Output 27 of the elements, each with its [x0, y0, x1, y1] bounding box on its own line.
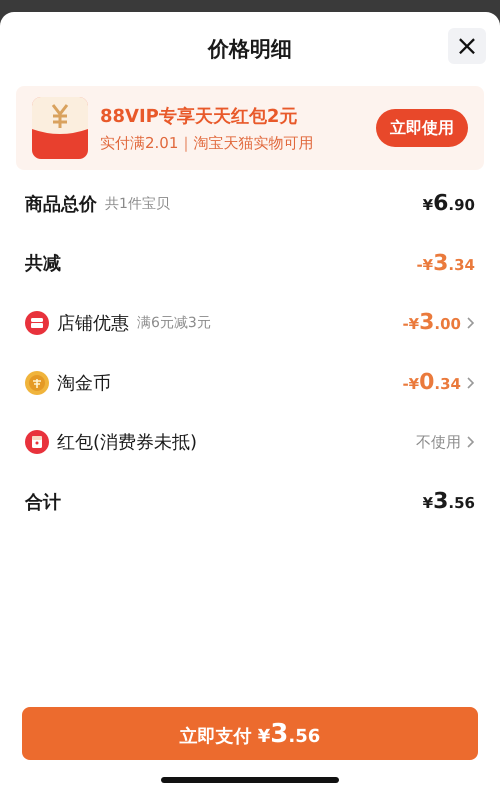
row-note: 共1件宝贝 [105, 194, 170, 213]
use-now-button[interactable]: 立即使用 [376, 109, 468, 147]
row-amount: -¥3.34 [416, 250, 475, 276]
row-label: 店铺优惠 [57, 312, 129, 335]
pay-button[interactable]: 立即支付 ¥3.56 [22, 707, 478, 760]
row-amount: -¥0.34 [402, 370, 461, 396]
row-label: 共减 [25, 252, 61, 276]
coin-icon [25, 370, 49, 395]
row-label: 红包(消费券未抵) [57, 431, 198, 454]
row-value: 不使用 [416, 432, 461, 452]
sheet-title: 价格明细 [208, 36, 292, 63]
envelope-icon [32, 97, 88, 159]
row-amount: -¥3.00 [402, 310, 461, 336]
row-amount: ¥6.90 [422, 191, 475, 216]
close-button[interactable]: × [448, 28, 486, 64]
envelope-icon [25, 430, 49, 454]
row-label: 商品总价 [25, 192, 97, 216]
row-note: 满6元减3元 [137, 314, 211, 332]
row-label: 合计 [25, 490, 61, 514]
promo-condition: 实付满2.01｜淘宝天猫实物可用 [100, 134, 314, 152]
row-amount: ¥3.56 [422, 489, 475, 514]
chevron-icon[interactable] [465, 316, 475, 330]
shop-icon [25, 310, 49, 335]
chevron-icon[interactable] [465, 376, 475, 390]
promo-title: 88VIP专享天天红包2元 [100, 104, 298, 128]
chevron-icon[interactable] [465, 435, 475, 450]
row-label: 淘金币 [57, 372, 111, 395]
